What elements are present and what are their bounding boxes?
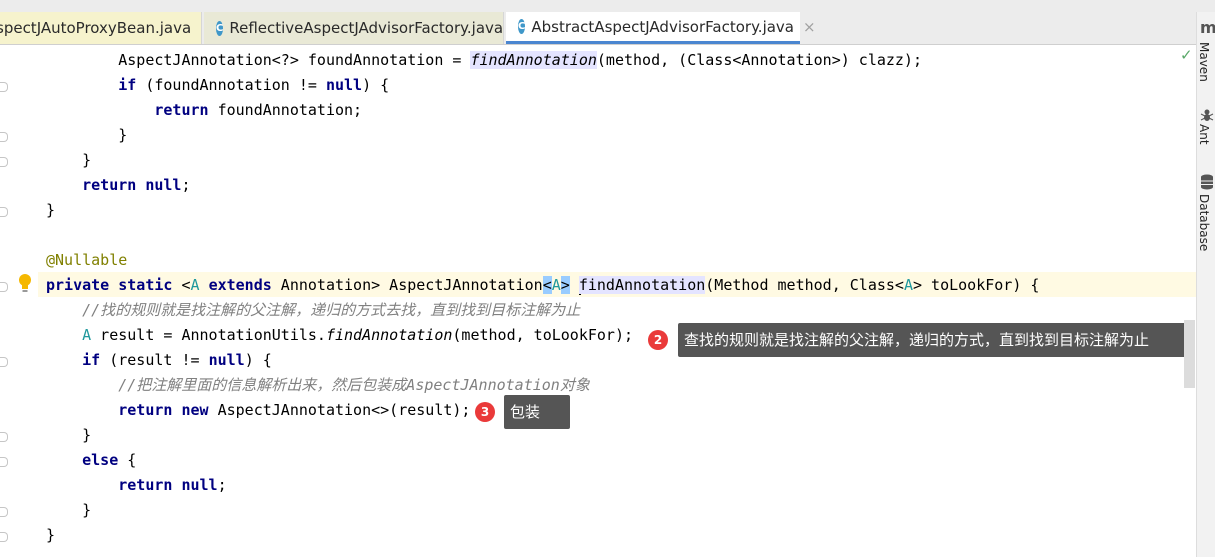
code-line-annotation: @Nullable <box>46 251 128 269</box>
fold-marker-icon[interactable] <box>0 132 8 142</box>
tab-reflective-aspectj-advisor-factory[interactable]: C ReflectiveAspectJAdvisorFactory.java × <box>204 12 525 44</box>
annotation-callout: 包装 <box>504 395 570 429</box>
ant-icon <box>1200 109 1214 121</box>
code-line-comment: //把注解里面的信息解析出来，然后包装成AspectJAnnotation对象 <box>46 376 590 394</box>
editor-gutter <box>0 45 38 557</box>
tab-label: spectJAutoProxyBean.java <box>0 19 192 37</box>
fold-marker-icon[interactable] <box>0 157 8 167</box>
fold-marker-icon[interactable] <box>0 507 8 517</box>
code-line: } <box>46 426 92 444</box>
fold-marker-icon[interactable] <box>0 457 8 467</box>
class-icon: C <box>518 19 526 34</box>
code-line: return new AspectJAnnotation<>(result); <box>118 401 471 419</box>
window-top-strip <box>0 0 1215 12</box>
tab-label: ReflectiveAspectJAdvisorFactory.java <box>229 19 504 37</box>
code-line: return foundAnnotation; <box>154 101 363 119</box>
step-badge: 2 <box>648 330 668 350</box>
database-tool-button[interactable]: Database <box>1197 194 1211 251</box>
lightbulb-icon[interactable] <box>18 273 32 293</box>
code-line: } <box>46 151 92 169</box>
code-line: return null; <box>118 476 227 494</box>
maven-tool-button[interactable]: Maven <box>1197 42 1211 82</box>
code-line: } <box>46 126 128 144</box>
close-icon[interactable]: × <box>803 18 816 36</box>
scrollbar-thumb[interactable] <box>1184 320 1195 388</box>
code-line: if (foundAnnotation != null) { <box>118 76 390 94</box>
fold-marker-icon[interactable] <box>0 82 8 92</box>
code-line-comment: //找的规则就是找注解的父注解，递归的方式去找，直到找到目标注解为止 <box>46 301 581 319</box>
code-line: AspectJAnnotation<?> foundAnnotation = f… <box>46 51 922 69</box>
vertical-scrollbar[interactable] <box>1183 45 1196 557</box>
step-badge: 3 <box>475 402 495 422</box>
code-line-method-signature: private static <A extends Annotation> As… <box>46 276 1040 295</box>
tab-aspectj-auto-proxy-bean[interactable]: spectJAutoProxyBean.java <box>0 12 202 44</box>
maven-logo-icon: m <box>1200 18 1215 37</box>
tab-abstract-aspectj-advisor-factory[interactable]: C AbstractAspectJAdvisorFactory.java × <box>506 12 816 44</box>
fold-marker-icon[interactable] <box>0 532 8 542</box>
code-line: } <box>46 201 56 219</box>
code-line: else { <box>82 451 137 469</box>
database-icon <box>1201 174 1213 190</box>
fold-marker-icon[interactable] <box>0 282 8 292</box>
ant-tool-button[interactable]: Ant <box>1197 124 1211 145</box>
code-line: return null; <box>82 176 191 194</box>
fold-marker-icon[interactable] <box>0 207 8 217</box>
class-icon: C <box>216 20 224 36</box>
fold-marker-icon[interactable] <box>0 357 8 367</box>
annotation-callout: 查找的规则就是找注解的父注解，递归的方式，直到找到目标注解为止 <box>678 323 1192 357</box>
code-line: } <box>46 501 92 519</box>
right-tool-window-bar <box>1196 12 1215 557</box>
fold-marker-icon[interactable] <box>0 432 8 442</box>
tab-label: AbstractAspectJAdvisorFactory.java <box>531 17 794 36</box>
check-icon: ✓ <box>1180 46 1193 64</box>
code-line: } <box>46 526 56 544</box>
editor-tab-bar: spectJAutoProxyBean.java C ReflectiveAsp… <box>0 12 1196 45</box>
